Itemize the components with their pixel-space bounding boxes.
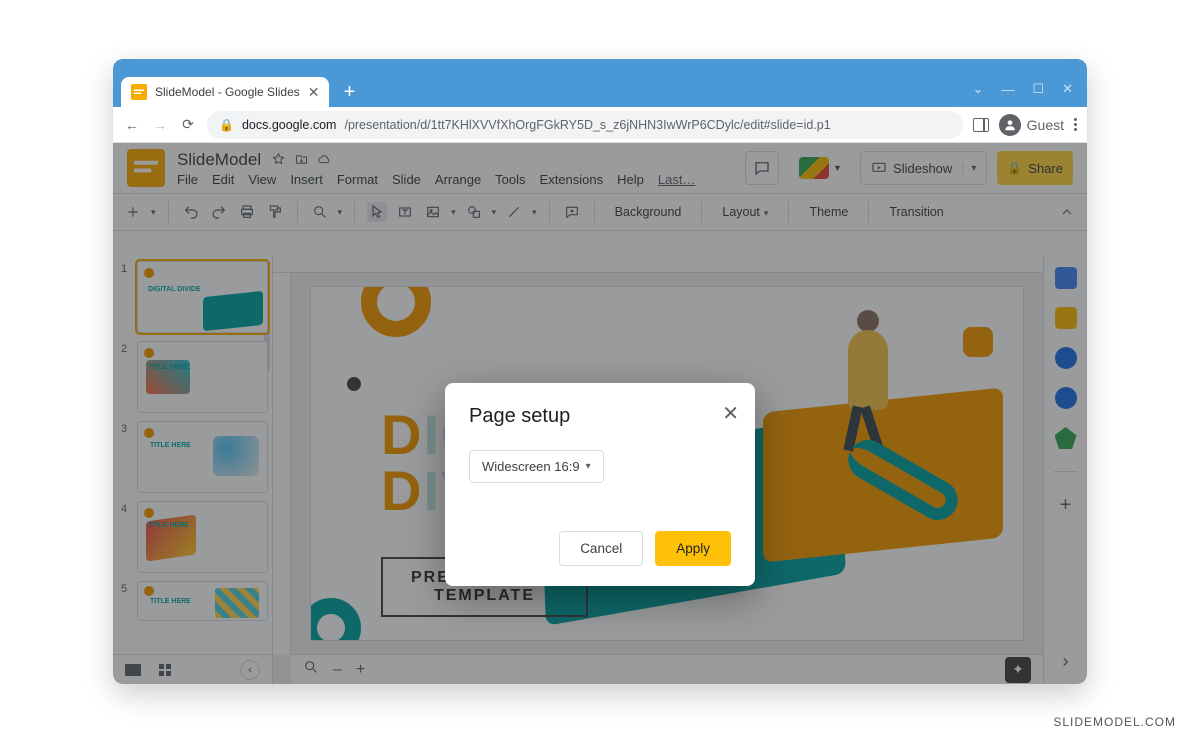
- close-dialog-icon[interactable]: ✕: [722, 401, 739, 426]
- tab-strip: SlideModel - Google Slides ✕ + ⌄ — ☐ ✕: [113, 71, 1087, 107]
- os-titlebar: [113, 59, 1087, 71]
- panel-icon[interactable]: [973, 118, 989, 132]
- apply-button[interactable]: Apply: [655, 531, 731, 566]
- page-setup-dialog: ✕ Page setup Widescreen 16:9 Cancel Appl…: [445, 383, 755, 586]
- aspect-ratio-dropdown[interactable]: Widescreen 16:9: [469, 450, 604, 483]
- maximize-icon[interactable]: ☐: [1032, 81, 1044, 97]
- close-tab-icon[interactable]: ✕: [308, 84, 320, 101]
- url-host: docs.google.com: [242, 118, 337, 132]
- chevron-down-icon[interactable]: ⌄: [973, 81, 984, 97]
- lock-icon: 🔒: [219, 118, 234, 132]
- slides-app: SlideModel File Edit View Insert Format …: [113, 143, 1087, 684]
- profile-chip[interactable]: Guest: [999, 114, 1064, 136]
- profile-label: Guest: [1027, 117, 1064, 133]
- forward-icon[interactable]: →: [151, 117, 169, 133]
- cancel-button[interactable]: Cancel: [559, 531, 643, 566]
- slides-favicon: [131, 84, 147, 100]
- omnibox[interactable]: 🔒 docs.google.com/presentation/d/1tt7KHl…: [207, 111, 963, 139]
- avatar-icon: [999, 114, 1021, 136]
- new-tab-button[interactable]: +: [335, 78, 363, 106]
- url-path: /presentation/d/1tt7KHlXVVfXhOrgFGkRY5D_…: [344, 118, 830, 132]
- browser-tab[interactable]: SlideModel - Google Slides ✕: [121, 77, 329, 107]
- url-bar: ← → ⟳ 🔒 docs.google.com/presentation/d/1…: [113, 107, 1087, 143]
- dropdown-value: Widescreen 16:9: [482, 459, 580, 474]
- tab-title: SlideModel - Google Slides: [155, 85, 300, 99]
- browser-window: SlideModel - Google Slides ✕ + ⌄ — ☐ ✕ ←…: [113, 59, 1087, 684]
- window-controls: ⌄ — ☐ ✕: [973, 71, 1087, 107]
- minimize-icon[interactable]: —: [1001, 82, 1014, 97]
- reload-icon[interactable]: ⟳: [179, 116, 197, 133]
- browser-menu-icon[interactable]: [1074, 118, 1077, 131]
- close-window-icon[interactable]: ✕: [1062, 81, 1073, 97]
- watermark: SLIDEMODEL.COM: [1053, 715, 1176, 729]
- dialog-title: Page setup: [469, 405, 731, 428]
- back-icon[interactable]: ←: [123, 117, 141, 133]
